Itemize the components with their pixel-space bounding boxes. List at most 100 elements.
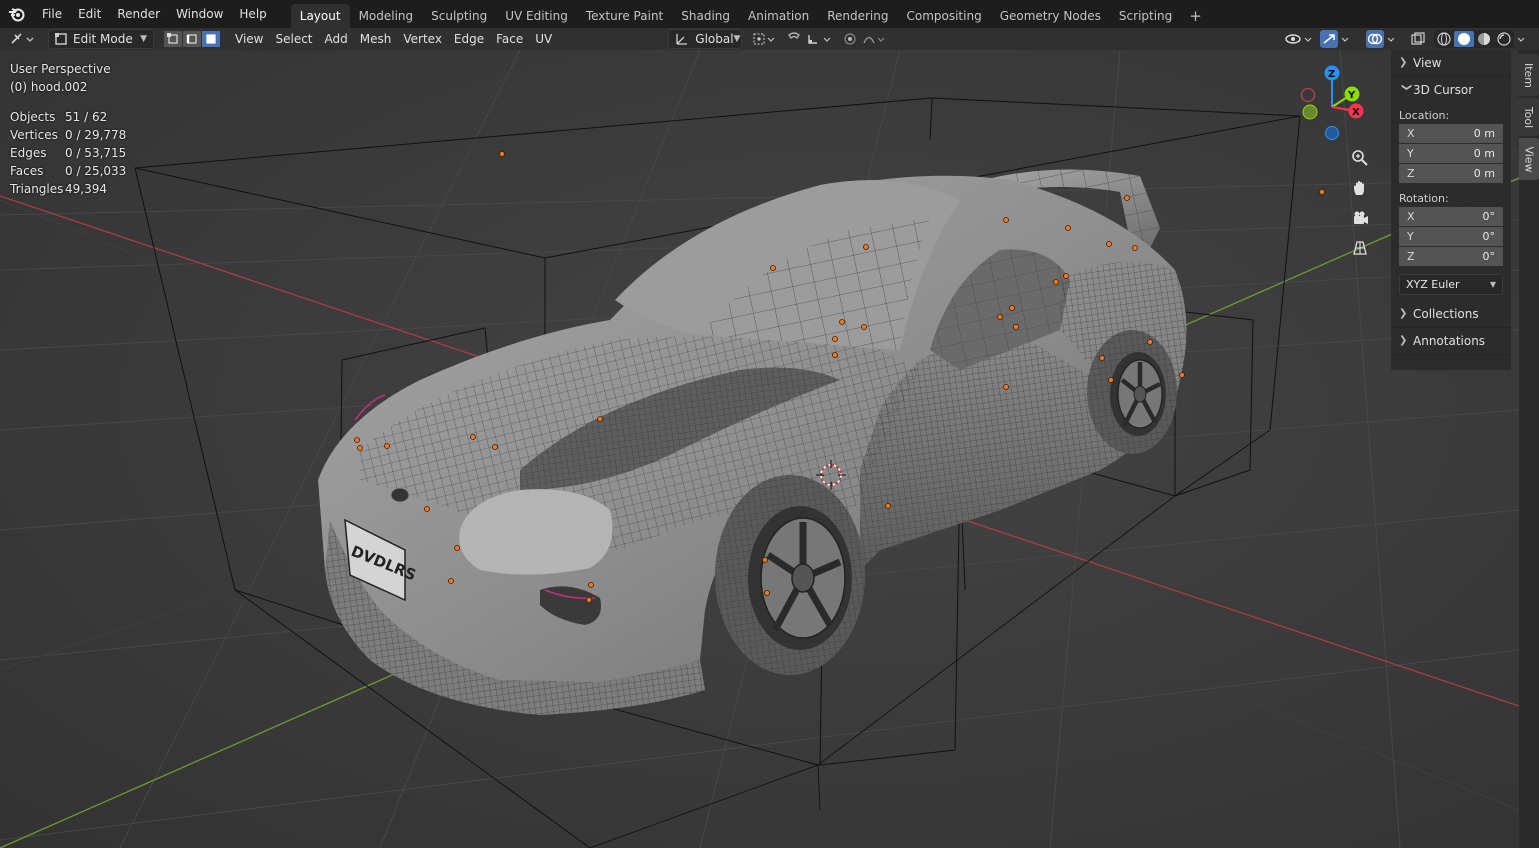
stat-row: Triangles 49,394 [10,180,126,198]
solid-shading-icon[interactable] [1454,31,1474,47]
active-object-label: (0) hood.002 [10,80,88,94]
menu-vertex[interactable]: Vertex [397,28,448,50]
statistics-overlay: Objects 51 / 62 Vertices 0 / 29,778 Edges 0… [10,108,126,198]
menu-add[interactable]: Add [319,28,354,50]
field-value: 0 m [1473,167,1495,180]
panel-view-header[interactable]: ❯ View [1391,50,1511,77]
menu-mesh[interactable]: Mesh [354,28,398,50]
stat-row: Edges 0 / 53,715 [10,144,126,162]
location-x-field[interactable]: X 0 m [1399,124,1503,143]
menu-face[interactable]: Face [490,28,529,50]
menu-edit[interactable]: Edit [70,0,109,28]
material-shading-icon[interactable] [1474,31,1494,47]
stat-value: 49,394 [65,182,107,196]
stat-value: 0 / 25,033 [65,164,127,178]
menu-uv[interactable]: UV [529,28,558,50]
snap-target-icon[interactable] [806,30,836,48]
panel-3d-cursor-label: 3D Cursor [1413,83,1474,97]
orientation-dropdown[interactable]: Global ▼ [668,29,743,49]
rotation-mode-dropdown[interactable]: XYZ Euler ▼ [1399,274,1503,295]
tab-tool[interactable]: Tool [1519,98,1539,136]
gizmo-z-label: Z [1328,69,1335,80]
menu-render[interactable]: Render [109,0,168,28]
mode-dropdown[interactable]: Edit Mode ▼ [48,29,154,49]
tab-layout[interactable]: Layout [290,4,350,28]
wireframe-shading-icon[interactable] [1434,31,1454,47]
axis-label: Z [1407,167,1415,180]
rotation-y-field[interactable]: Y 0° [1399,227,1503,246]
gizmo-toggle-icon[interactable] [1320,30,1338,48]
tab-shading[interactable]: Shading [672,4,739,28]
stat-label: Vertices [10,128,58,142]
tab-uv-editing[interactable]: UV Editing [496,4,577,28]
chevron-down-icon[interactable] [1516,30,1530,48]
tab-animation[interactable]: Animation [739,4,818,28]
orthographic-toggle-icon[interactable] [1348,236,1372,260]
rendered-shading-icon[interactable] [1494,31,1514,47]
pivot-point-icon[interactable] [752,30,780,48]
panel-annotations-header[interactable]: ❯ Annotations [1391,328,1511,355]
location-y-field[interactable]: Y 0 m [1399,144,1503,163]
chevron-down-icon: ❯ [1401,83,1412,92]
tab-geometry-nodes[interactable]: Geometry Nodes [991,4,1110,28]
field-value: 0 m [1473,147,1495,160]
tab-texture-paint[interactable]: Texture Paint [577,4,672,28]
header-menus: View Select Add Mesh Vertex Edge Face UV [229,28,558,50]
pan-hand-icon[interactable] [1348,176,1372,200]
location-z-field[interactable]: Z 0 m [1399,164,1503,183]
stat-value: 0 / 53,715 [65,146,127,160]
rear-wheel [1087,330,1177,454]
menu-select[interactable]: Select [269,28,318,50]
stat-row: Faces 0 / 25,033 [10,162,126,180]
tab-rendering[interactable]: Rendering [818,4,897,28]
tab-sculpting[interactable]: Sculpting [422,4,496,28]
chevron-down-icon: ▼ [1489,280,1496,289]
field-value: 0 m [1473,127,1495,140]
menu-view[interactable]: View [229,28,269,50]
add-workspace-icon[interactable]: + [1181,4,1210,28]
perspective-label: User Perspective [10,62,111,76]
shading-mode-group [1434,30,1514,48]
panel-view-label: View [1413,56,1442,70]
chevron-right-icon: ❯ [1399,308,1408,319]
falloff-icon[interactable] [862,30,888,48]
panel-collections-header[interactable]: ❯ Collections [1391,301,1511,328]
3d-viewport[interactable]: DVDLRS Z Y X User Perspective (0) hood.0… [0,50,1519,848]
xray-toggle-icon[interactable] [1410,30,1428,48]
axis-label: X [1407,127,1415,140]
rotation-z-field[interactable]: Z 0° [1399,247,1503,266]
menu-edge[interactable]: Edge [448,28,490,50]
tab-scripting[interactable]: Scripting [1110,4,1181,28]
stat-row: Objects 51 / 62 [10,108,126,126]
main-menu: File Edit Render Window Help [34,0,275,28]
menu-window[interactable]: Window [168,0,231,28]
tab-compositing[interactable]: Compositing [897,4,990,28]
blender-logo-icon[interactable] [0,0,34,28]
edge-select-icon[interactable] [183,31,201,47]
panel-3d-cursor-header[interactable]: ❯ 3D Cursor [1391,77,1511,103]
proportional-edit-icon[interactable] [842,30,860,48]
edit-mode-icon [55,33,67,45]
viewport-header: Edit Mode ▼ View Select Add Mesh Vertex … [0,28,1539,50]
vertex-select-icon[interactable] [164,31,182,47]
tab-modeling[interactable]: Modeling [350,4,423,28]
chevron-down-icon[interactable] [1340,30,1354,48]
chevron-down-icon[interactable] [1386,30,1400,48]
gizmo-neg-z[interactable] [1325,126,1339,140]
visibility-icon[interactable] [1284,30,1314,48]
snap-toggle-icon[interactable] [786,30,804,48]
menu-help[interactable]: Help [231,0,274,28]
face-select-icon[interactable] [202,31,220,47]
sidebar-tabs: Item Tool View [1519,50,1539,848]
editor-type-icon[interactable] [10,30,42,48]
stat-label: Triangles [10,182,64,196]
overlays-toggle-icon[interactable] [1366,30,1384,48]
tab-view[interactable]: View [1519,138,1539,180]
camera-view-icon[interactable] [1348,206,1372,230]
tab-item[interactable]: Item [1519,54,1539,96]
gizmo-neg-y[interactable] [1302,104,1318,120]
zoom-icon[interactable] [1348,146,1372,170]
menu-file[interactable]: File [34,0,70,28]
rotation-x-field[interactable]: X 0° [1399,207,1503,226]
mode-label: Edit Mode [73,32,133,46]
